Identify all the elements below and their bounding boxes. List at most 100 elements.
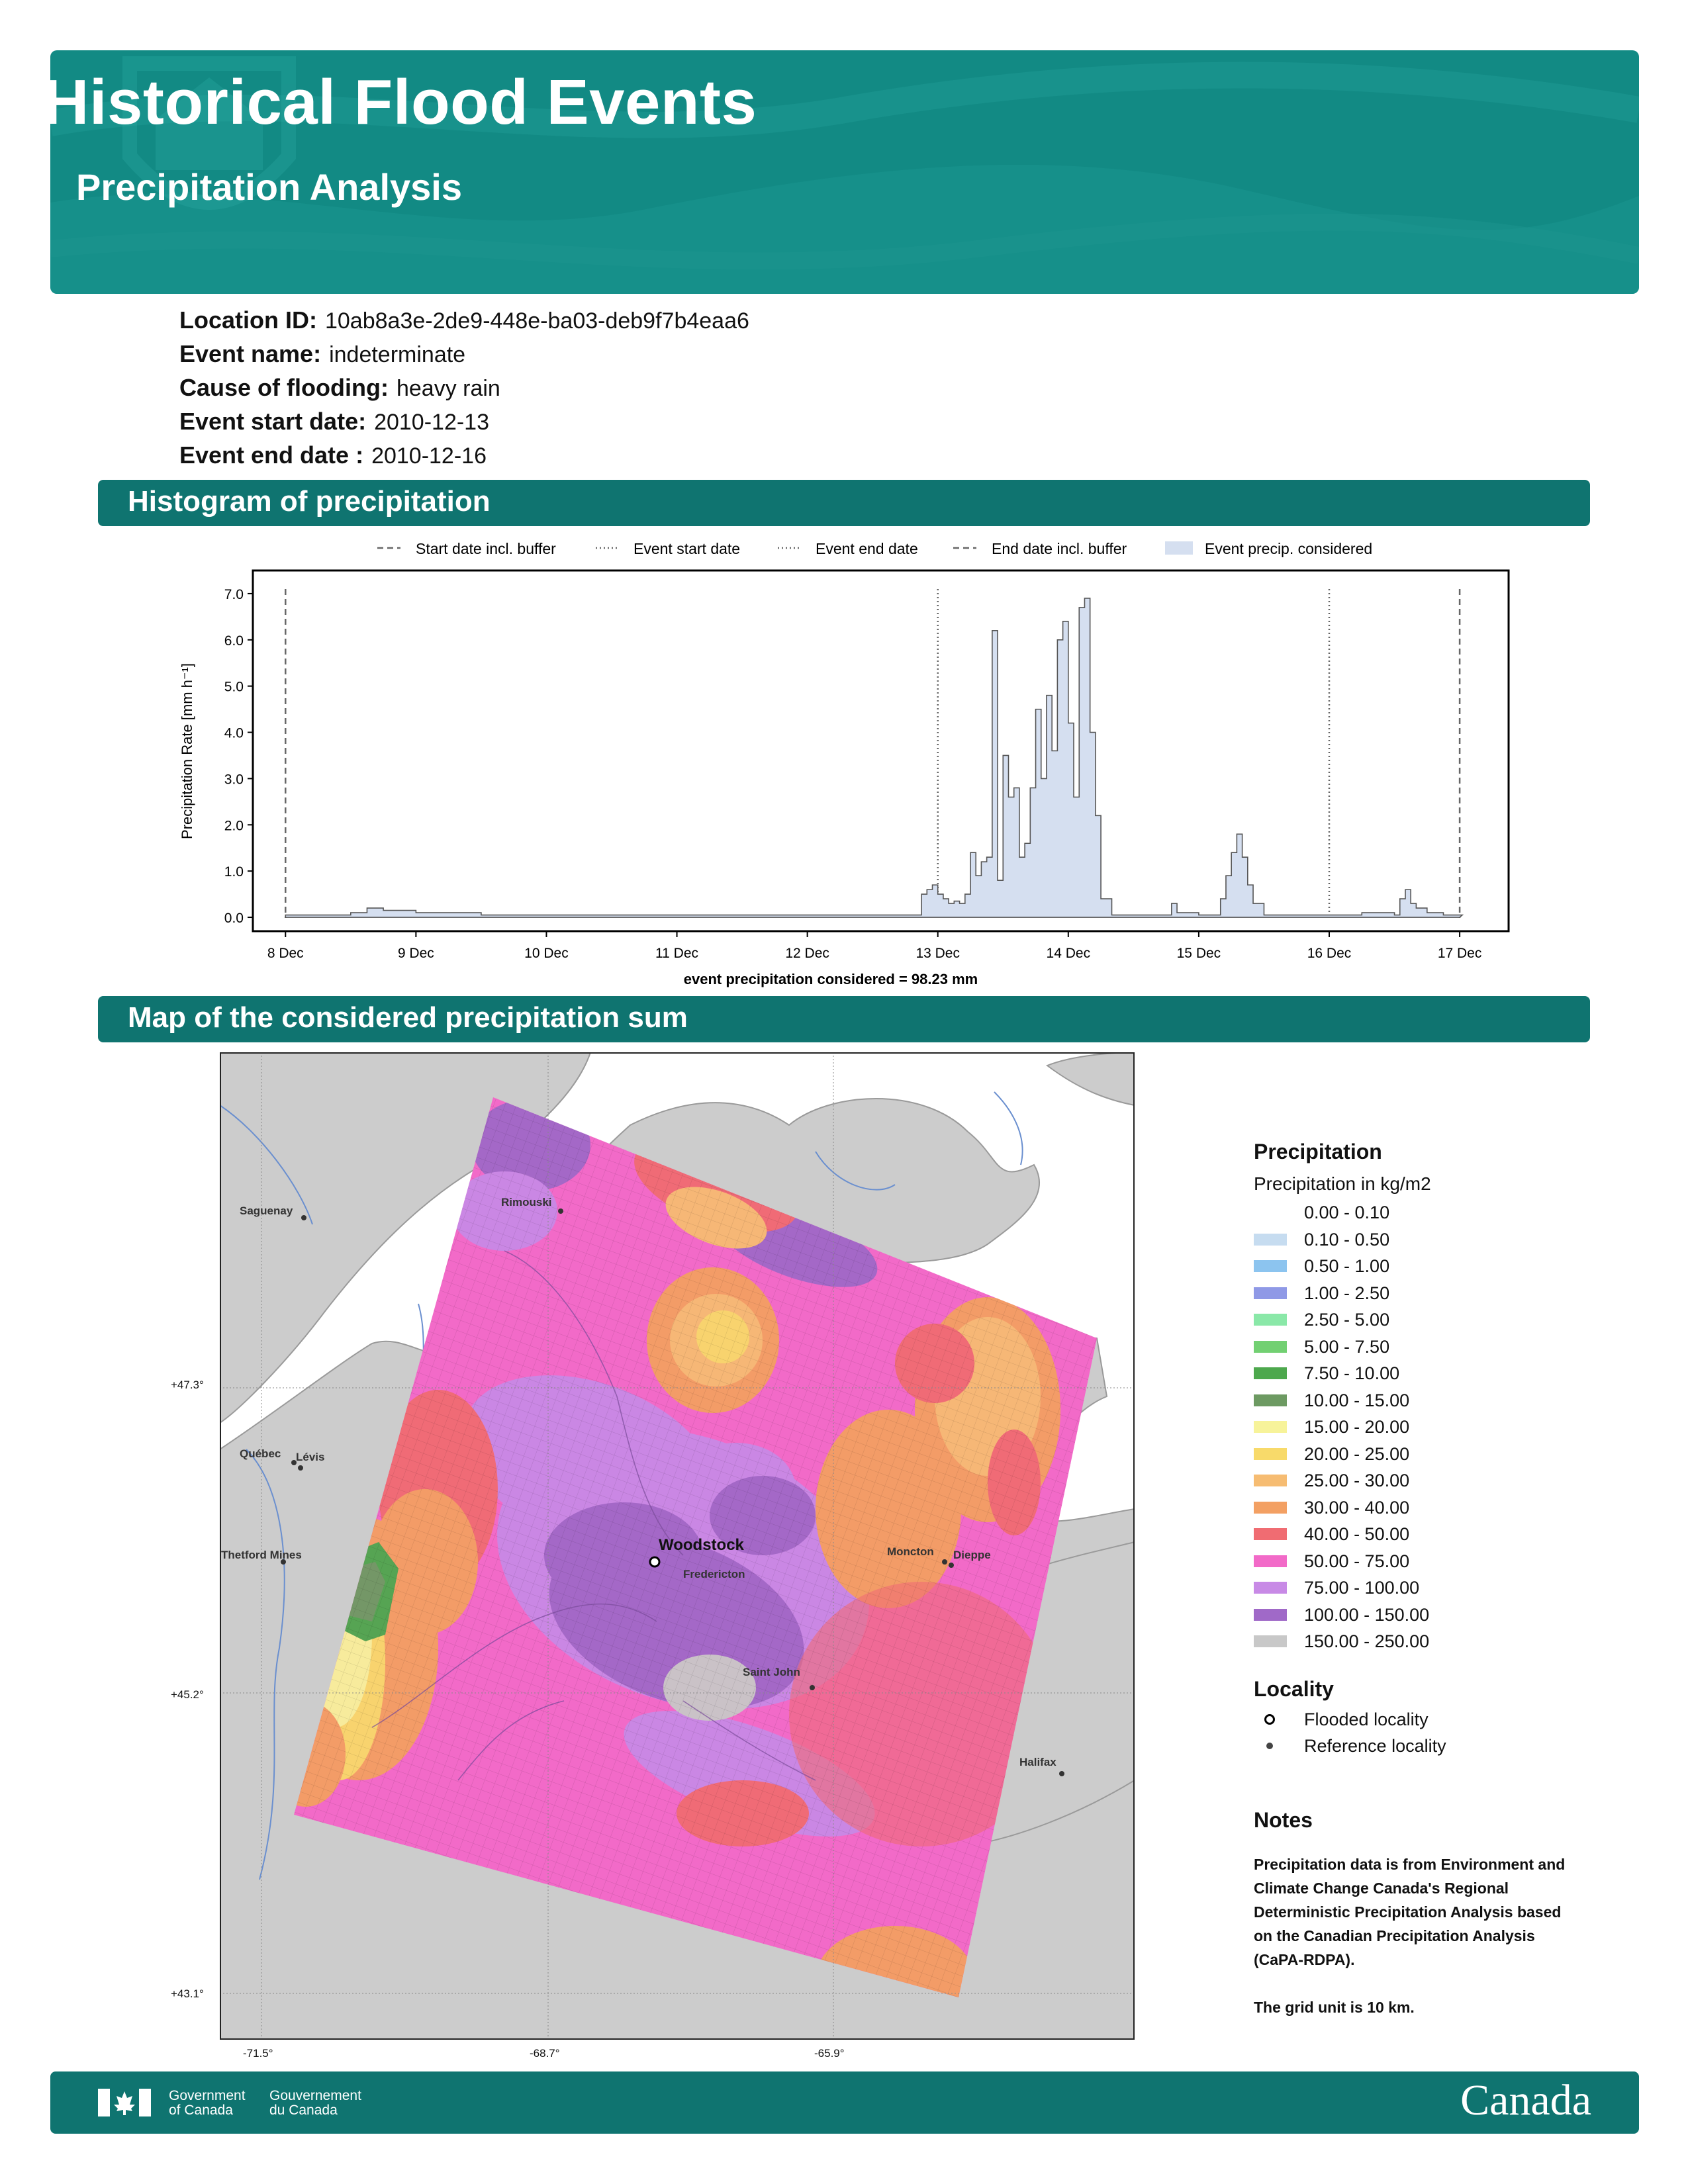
gov-fr-line2: du Canada bbox=[269, 2103, 338, 2118]
legend-swatch bbox=[1254, 1555, 1287, 1567]
x-tick-label: 10 Dec bbox=[524, 946, 569, 961]
legend-item: 0.10 - 0.50 bbox=[1254, 1228, 1624, 1255]
place-marker-saint-john bbox=[810, 1685, 815, 1690]
histogram-section-title: Histogram of precipitation bbox=[128, 485, 491, 518]
legend-subtitle: Precipitation in kg/m2 bbox=[1254, 1173, 1431, 1194]
x-axis-caption: event precipitation considered = 98.23 m… bbox=[684, 971, 978, 987]
page-subtitle: Precipitation Analysis bbox=[76, 166, 462, 208]
gov-en-line2: of Canada bbox=[169, 2103, 233, 2118]
info-label: Cause of flooding: bbox=[179, 374, 389, 401]
legend-swatch bbox=[1254, 1394, 1287, 1406]
place-label-halifax: Halifax bbox=[1019, 1756, 1056, 1768]
legend-swatch bbox=[1254, 1233, 1287, 1246]
precipitation-histogram: Start date incl. buffer Event start date… bbox=[179, 540, 1510, 987]
page-footer: Government of Canada Gouvernement du Can… bbox=[50, 2071, 1639, 2134]
map-section-header: Map of the considered precipitation sum bbox=[98, 996, 1590, 1042]
legend-swatch bbox=[1254, 1475, 1287, 1486]
info-label: Event end date : bbox=[179, 441, 364, 469]
legend-swatch bbox=[1254, 1635, 1287, 1647]
notes-line: Precipitation data is from Environment a… bbox=[1254, 1855, 1566, 1873]
legend-item-label: 5.00 - 7.50 bbox=[1304, 1336, 1390, 1357]
legend-item-label: 0.00 - 0.10 bbox=[1304, 1203, 1390, 1222]
info-cause: Cause of flooding: heavy rain bbox=[179, 374, 500, 402]
legend-item-label: 0.10 - 0.50 bbox=[1304, 1229, 1390, 1250]
canada-wordmark: Canada bbox=[1460, 2076, 1591, 2124]
y-tick-label: 4.0 bbox=[224, 726, 244, 741]
legend-item: 150.00 - 250.00 bbox=[1254, 1630, 1624, 1657]
x-tick-label: 17 Dec bbox=[1438, 946, 1482, 961]
legend-item-reference: Reference locality bbox=[1254, 1735, 1624, 1762]
place-label-woodstock: Woodstock bbox=[659, 1536, 745, 1554]
place-label-thetford: Thetford Mines bbox=[221, 1549, 302, 1561]
legend-swatch bbox=[1254, 1608, 1287, 1621]
legend-item: 7.50 - 10.00 bbox=[1254, 1362, 1624, 1389]
legend-swatch bbox=[1254, 1260, 1287, 1272]
y-tick-label: 2.0 bbox=[224, 818, 244, 833]
notes-line: Climate Change Canada's Regional bbox=[1254, 1879, 1509, 1897]
legend-item-label: 40.00 - 50.00 bbox=[1304, 1524, 1410, 1544]
place-label-rimouski: Rimouski bbox=[501, 1196, 552, 1208]
open-circle-icon bbox=[1264, 1713, 1275, 1725]
y-axis-label: Precipitation Rate [mm h⁻¹] bbox=[179, 663, 195, 839]
notes-line: The grid unit is 10 km. bbox=[1254, 1998, 1415, 2016]
legend-item-label: 20.00 - 25.00 bbox=[1304, 1443, 1410, 1464]
lon-label-2: -68.7° bbox=[530, 2047, 560, 2060]
legend-swatch bbox=[1254, 1340, 1287, 1353]
place-label-saguenay: Saguenay bbox=[240, 1205, 293, 1217]
legend-label: Event end date bbox=[816, 540, 918, 557]
legend-item-label: 75.00 - 100.00 bbox=[1304, 1578, 1420, 1598]
info-label: Event start date: bbox=[179, 408, 367, 435]
info-label: Location ID: bbox=[179, 306, 317, 334]
x-tick-label: 15 Dec bbox=[1177, 946, 1221, 961]
legend-label: Event precip. considered bbox=[1205, 540, 1372, 557]
legend-item-label: 30.00 - 40.00 bbox=[1304, 1497, 1410, 1518]
lon-label-1: -71.5° bbox=[243, 2047, 273, 2060]
legend-item: 15.00 - 20.00 bbox=[1254, 1416, 1624, 1443]
info-end-date: Event end date : 2010-12-16 bbox=[179, 441, 487, 469]
flooded-locality-marker bbox=[649, 1556, 661, 1568]
legend-item-label: 15.00 - 20.00 bbox=[1304, 1417, 1410, 1437]
canada-flag-icon bbox=[98, 2089, 151, 2116]
legend-item: 50.00 - 75.00 bbox=[1254, 1550, 1624, 1577]
legend-item-label: 100.00 - 150.00 bbox=[1304, 1604, 1430, 1625]
x-tick-label: 8 Dec bbox=[267, 946, 304, 961]
legend-swatch bbox=[1254, 1501, 1287, 1514]
legend-label: Event start date bbox=[633, 540, 740, 557]
plot-frame bbox=[252, 569, 1510, 933]
y-tick-label: 7.0 bbox=[224, 587, 244, 602]
info-event-name: Event name: indeterminate bbox=[179, 340, 465, 368]
legend-items: 0.00 - 0.10 0.10 - 0.50 0.50 - 1.00 1.00 - … bbox=[1254, 1201, 1624, 1657]
legend-swatch bbox=[1254, 1421, 1287, 1433]
precipitation-map: Saguenay Rimouski Québec Lévis Thetford … bbox=[220, 1052, 1135, 2040]
map-section-title: Map of the considered precipitation sum bbox=[128, 1001, 688, 1034]
legend-item-label: 25.00 - 30.00 bbox=[1304, 1471, 1410, 1490]
legend-item: 20.00 - 25.00 bbox=[1254, 1443, 1624, 1470]
place-marker-levis bbox=[298, 1465, 303, 1471]
legend-item: 1.00 - 2.50 bbox=[1254, 1282, 1624, 1309]
legend-title: Precipitation bbox=[1254, 1140, 1382, 1163]
place-label-quebec: Québec bbox=[240, 1447, 281, 1460]
y-tick-label: 0.0 bbox=[224, 911, 244, 926]
place-label-levis: Lévis bbox=[296, 1451, 324, 1463]
legend-item: 2.50 - 5.00 bbox=[1254, 1308, 1624, 1336]
legend-item-label: 1.00 - 2.50 bbox=[1304, 1283, 1390, 1303]
histogram-section-header: Histogram of precipitation bbox=[98, 480, 1590, 526]
legend-item: 30.00 - 40.00 bbox=[1254, 1496, 1624, 1524]
legend-swatch bbox=[1254, 1287, 1287, 1299]
map-legend: Precipitation Precipitation in kg/m2 0.0… bbox=[1254, 1140, 1624, 2019]
info-value: heavy rain bbox=[396, 376, 500, 401]
y-tick-label: 6.0 bbox=[224, 633, 244, 649]
place-label-moncton: Moncton bbox=[887, 1545, 934, 1558]
x-tick-label: 9 Dec bbox=[398, 946, 434, 961]
locality-title: Locality bbox=[1254, 1676, 1334, 1701]
info-location-id: Location ID: 10ab8a3e-2de9-448e-ba03-deb9… bbox=[179, 306, 749, 334]
place-marker-halifax bbox=[1059, 1771, 1064, 1776]
lat-label-3: +43.1° bbox=[171, 1987, 204, 2000]
lat-label-1: +47.3° bbox=[171, 1379, 204, 1391]
notes-body: Precipitation data is from Environment a… bbox=[1254, 1852, 1624, 2019]
y-tick-label: 1.0 bbox=[224, 864, 244, 880]
legend-item: 0.50 - 1.00 bbox=[1254, 1255, 1624, 1282]
place-marker-saguenay bbox=[301, 1215, 306, 1220]
place-label-dieppe: Dieppe bbox=[953, 1549, 991, 1561]
legend-item: 75.00 - 100.00 bbox=[1254, 1576, 1624, 1604]
